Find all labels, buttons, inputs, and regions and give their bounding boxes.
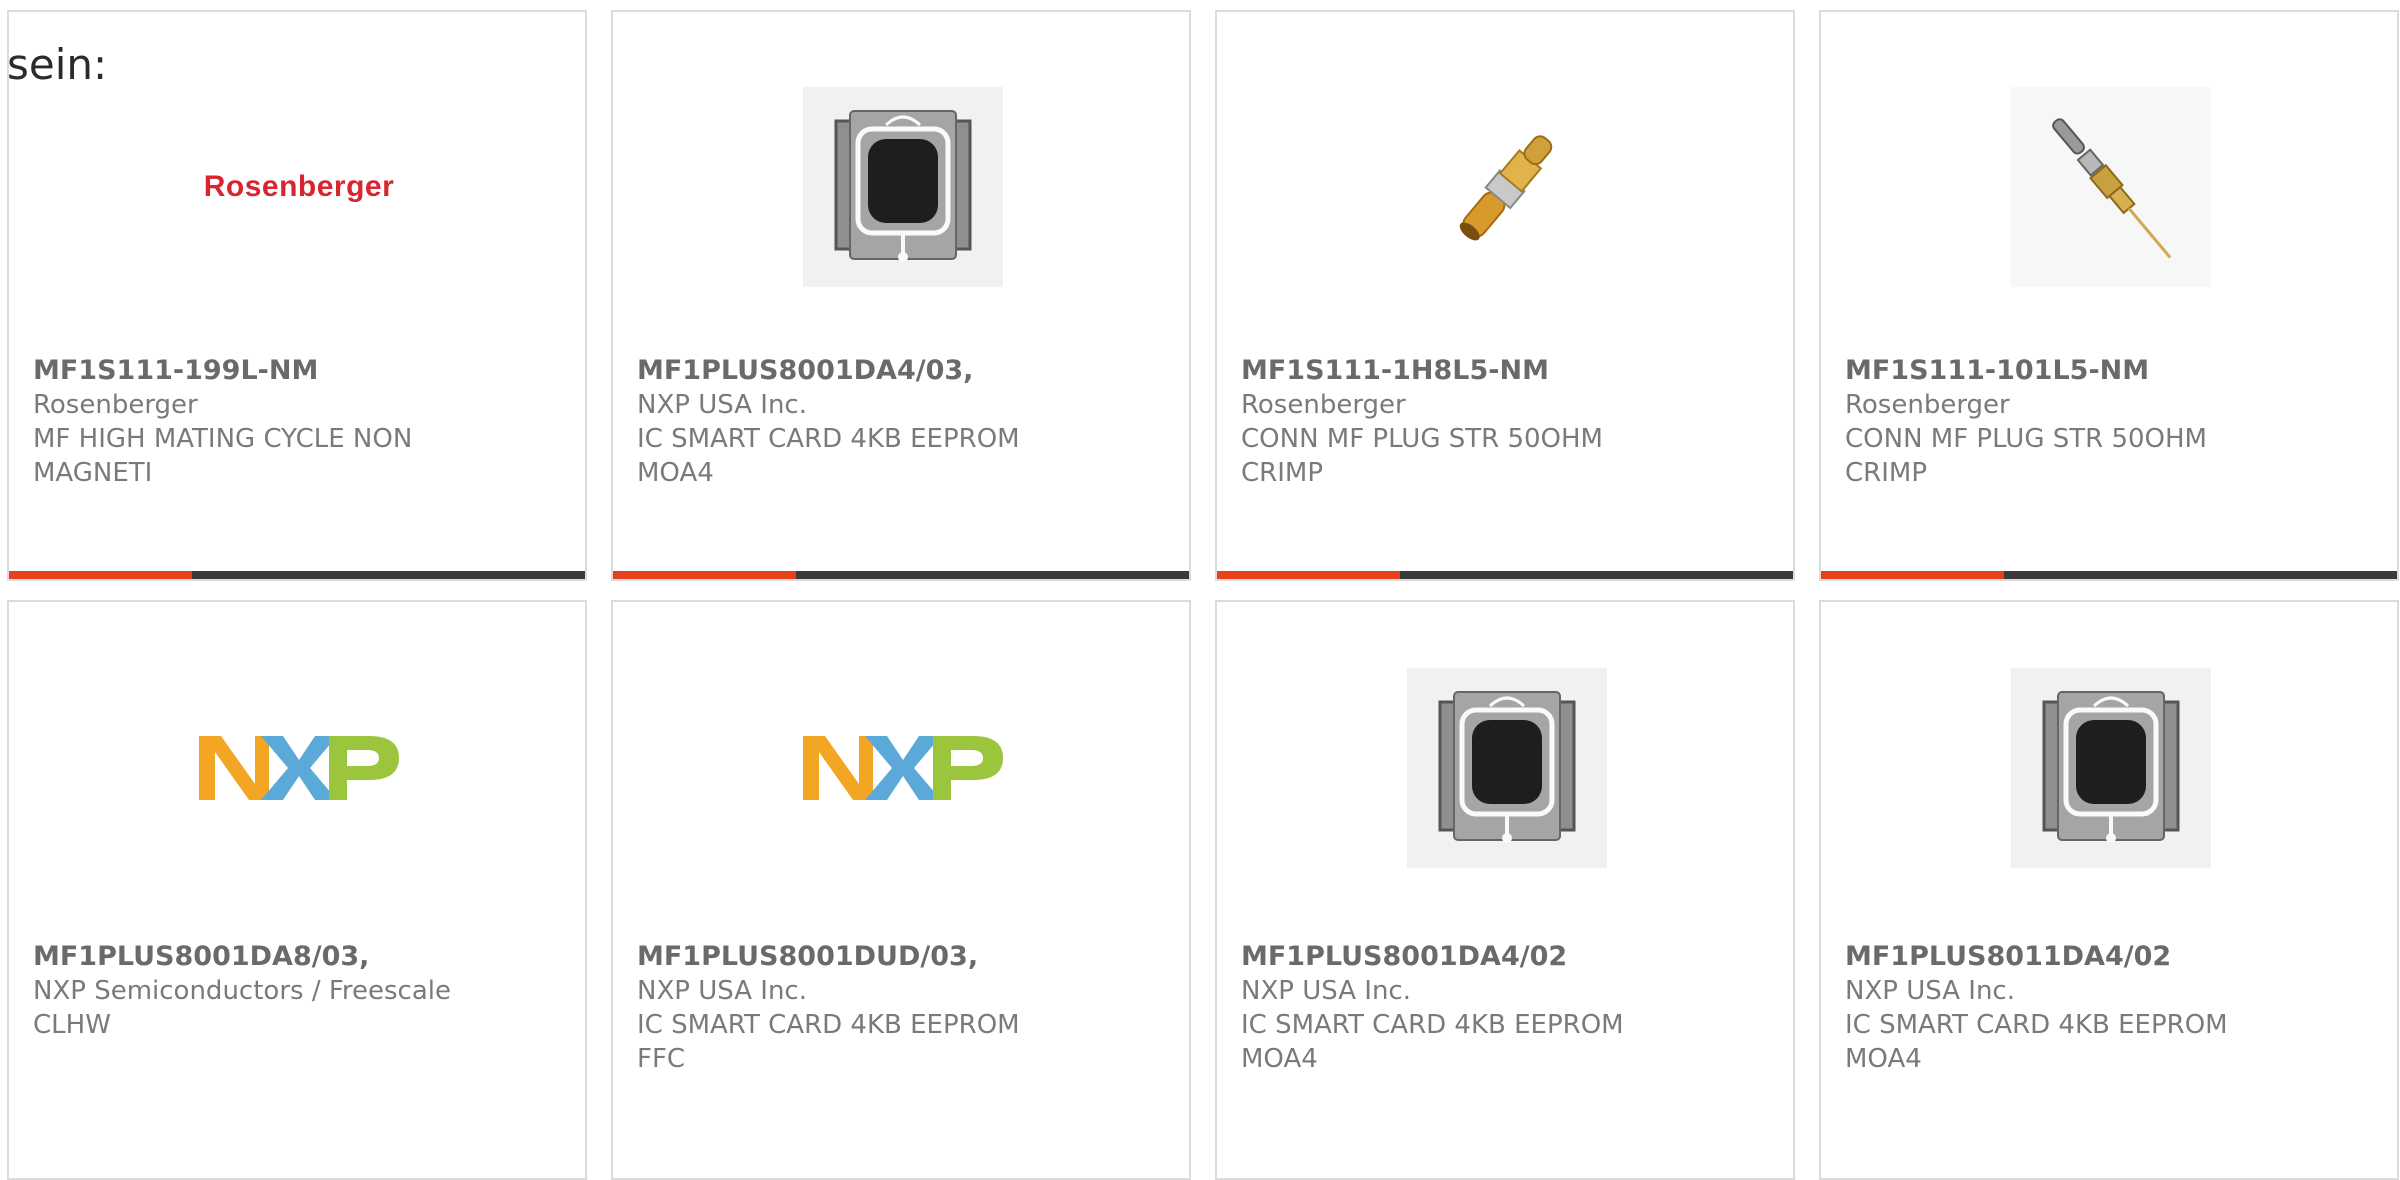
rosenberger-logo: Rosenberger — [203, 170, 395, 203]
product-card[interactable]: MF1PLUS8001DA8/03, NXP Semiconductors / … — [7, 600, 587, 1180]
part-number-link[interactable]: MF1PLUS8001DUD/03, — [637, 940, 1169, 974]
card-bottom-bar — [9, 571, 585, 579]
manufacturer: NXP USA Inc. — [1241, 976, 1411, 1006]
connector-plug-image — [1459, 135, 1553, 241]
card-bar-accent — [613, 571, 796, 579]
part-number-link[interactable]: MF1S111-199L-NM — [33, 354, 565, 388]
part-number-link[interactable]: MF1PLUS8001DA4/03, — [637, 354, 1169, 388]
product-image[interactable] — [1407, 87, 1607, 287]
product-card[interactable]: MF1PLUS8001DA4/03, NXP USA Inc. IC SMART… — [611, 10, 1191, 581]
product-grid: Rosenberger MF1S111-199L-NM Rosenberger … — [0, 0, 2400, 1180]
product-image[interactable] — [803, 87, 1003, 287]
product-image[interactable]: Rosenberger — [199, 87, 399, 287]
description: CONN MF PLUG STR 50OHM CRIMP — [1241, 424, 1603, 488]
manufacturer: Rosenberger — [1845, 390, 2010, 420]
card-bottom-bar — [613, 571, 1189, 579]
smart-card-chip-image — [803, 87, 1003, 287]
nxp-logo — [199, 736, 399, 800]
product-image[interactable] — [199, 668, 399, 868]
manufacturer: NXP Semiconductors / Freescale — [33, 976, 452, 1006]
manufacturer: NXP USA Inc. — [1845, 976, 2015, 1006]
description: CONN MF PLUG STR 50OHM CRIMP — [1845, 424, 2207, 488]
product-card[interactable]: MF1PLUS8011DA4/02 NXP USA Inc. IC SMART … — [1819, 600, 2399, 1180]
manufacturer: Rosenberger — [1241, 390, 1406, 420]
manufacturer: Rosenberger — [33, 390, 198, 420]
card-bottom-bar — [1821, 571, 2397, 579]
part-number-link[interactable]: MF1PLUS8001DA8/03, — [33, 940, 565, 974]
part-number-link[interactable]: MF1S111-1H8L5-NM — [1241, 354, 1773, 388]
lead-text: sein: — [7, 40, 108, 89]
nxp-logo — [803, 736, 1003, 800]
part-number-link[interactable]: MF1PLUS8001DA4/02 — [1241, 940, 1773, 974]
manufacturer: NXP USA Inc. — [637, 390, 807, 420]
product-image[interactable] — [803, 668, 1003, 868]
description: IC SMART CARD 4KB EEPROM FFC — [637, 1010, 1020, 1074]
card-bottom-bar — [1217, 571, 1793, 579]
product-card[interactable]: MF1PLUS8001DUD/03, NXP USA Inc. IC SMART… — [611, 600, 1191, 1180]
description: MF HIGH MATING CYCLE NON MAGNETI — [33, 424, 413, 488]
smart-card-chip-image — [2011, 668, 2211, 868]
description: CLHW — [33, 1010, 111, 1040]
description: IC SMART CARD 4KB EEPROM MOA4 — [1241, 1010, 1624, 1074]
manufacturer: NXP USA Inc. — [637, 976, 807, 1006]
part-number-link[interactable]: MF1PLUS8011DA4/02 — [1845, 940, 2377, 974]
product-card[interactable]: MF1S111-1H8L5-NM Rosenberger CONN MF PLU… — [1215, 10, 1795, 581]
connector-plug-with-pin-image — [2011, 87, 2211, 287]
card-bar-accent — [1217, 571, 1400, 579]
part-number-link[interactable]: MF1S111-101L5-NM — [1845, 354, 2377, 388]
product-card[interactable]: MF1S111-101L5-NM Rosenberger CONN MF PLU… — [1819, 10, 2399, 581]
product-image[interactable] — [1407, 668, 1607, 868]
description: IC SMART CARD 4KB EEPROM MOA4 — [1845, 1010, 2228, 1074]
product-card[interactable]: MF1PLUS8001DA4/02 NXP USA Inc. IC SMART … — [1215, 600, 1795, 1180]
smart-card-chip-image — [1407, 668, 1607, 868]
product-image[interactable] — [2011, 87, 2211, 287]
card-bar-accent — [1821, 571, 2004, 579]
product-image[interactable] — [2011, 668, 2211, 868]
description: IC SMART CARD 4KB EEPROM MOA4 — [637, 424, 1020, 488]
card-bar-accent — [9, 571, 192, 579]
product-card[interactable]: Rosenberger MF1S111-199L-NM Rosenberger … — [7, 10, 587, 581]
